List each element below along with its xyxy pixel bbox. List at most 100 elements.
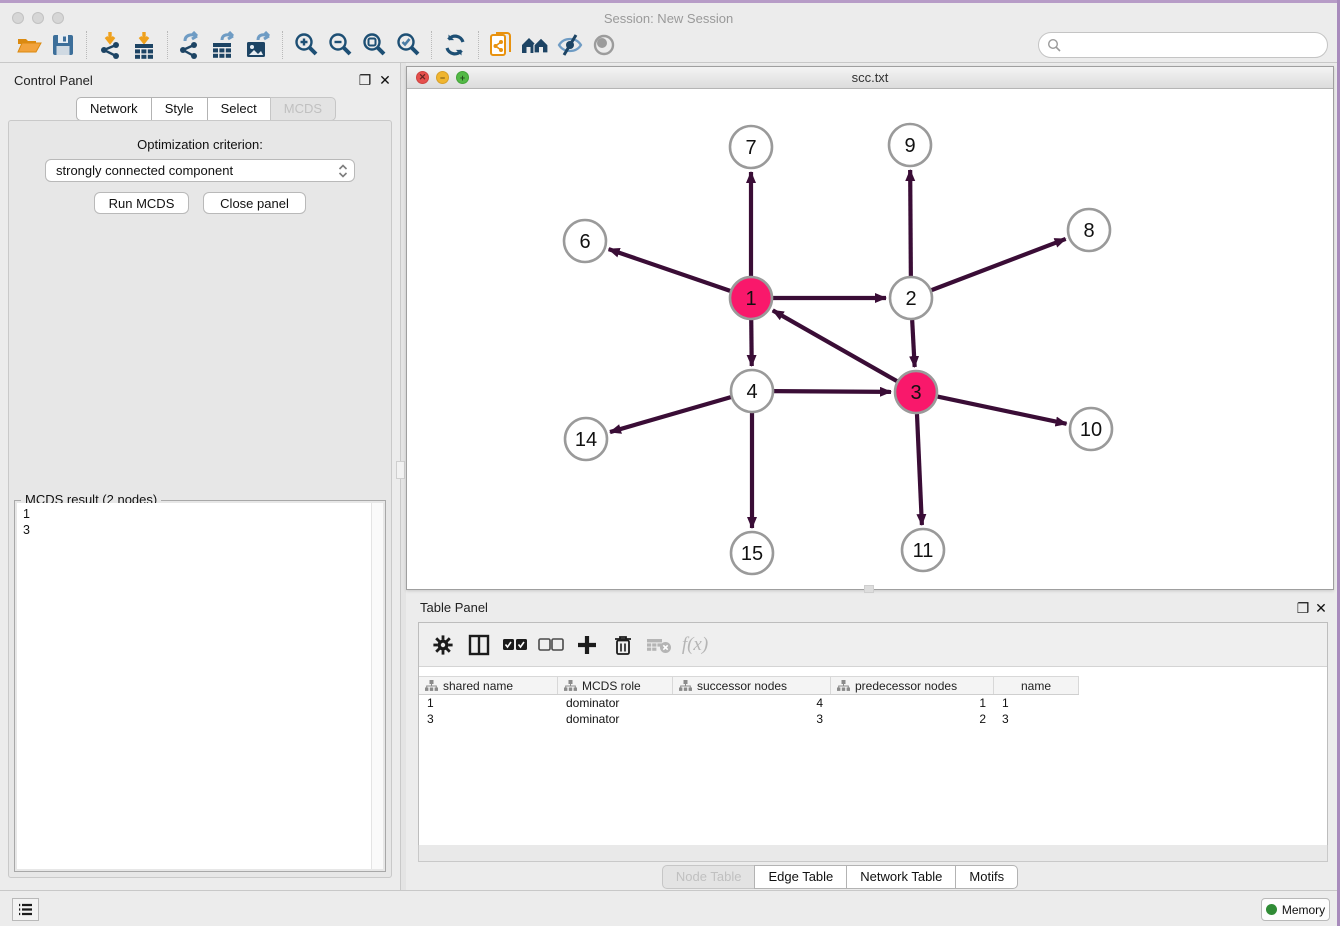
graph-node-1[interactable]: 1 <box>730 277 772 319</box>
export-network-icon <box>177 31 205 59</box>
graph-node-8[interactable]: 8 <box>1068 209 1110 251</box>
mcds-result-text[interactable]: 1 3 <box>17 503 383 869</box>
import-network-button[interactable] <box>93 30 127 60</box>
network-graph-canvas[interactable]: 7 9 6 8 1 2 4 3 14 10 15 11 <box>407 89 1333 589</box>
table-panel-footer <box>418 845 1328 862</box>
graph-node-15[interactable]: 15 <box>731 532 773 574</box>
graph-node-10[interactable]: 10 <box>1070 408 1112 450</box>
graph-node-7[interactable]: 7 <box>730 126 772 168</box>
graph-node-11[interactable]: 11 <box>902 529 944 571</box>
zoom-fit-button[interactable] <box>357 30 391 60</box>
graph-node-3[interactable]: 3 <box>895 371 937 413</box>
table-cell[interactable]: 1 <box>994 695 1079 711</box>
network-window-titlebar[interactable]: ✕ − + scc.txt <box>407 67 1333 89</box>
delete-columns-button[interactable] <box>607 629 639 661</box>
zoom-selected-icon <box>395 31 422 58</box>
unselect-all-columns-button[interactable] <box>535 629 567 661</box>
task-history-button[interactable] <box>12 898 39 921</box>
graph-node-2[interactable]: 2 <box>890 277 932 319</box>
column-tree-icon <box>679 680 692 692</box>
zoom-out-icon <box>327 31 354 58</box>
table-panel-float-button[interactable]: ❐ <box>1296 600 1310 617</box>
edge-3-10[interactable] <box>938 397 1067 424</box>
table-cell[interactable]: 2 <box>831 711 994 727</box>
apply-layout-button[interactable] <box>438 30 472 60</box>
column-header-shared-name[interactable]: shared name <box>419 677 558 694</box>
function-builder-button[interactable]: f(x) <box>679 629 711 661</box>
status-bar <box>0 890 1337 926</box>
tab-network-table[interactable]: Network Table <box>846 865 956 889</box>
mcds-result-scrollbar[interactable] <box>371 503 383 869</box>
column-header-label: shared name <box>443 679 513 693</box>
control-panel-close-button[interactable]: ✕ <box>378 72 392 89</box>
graph-node-4[interactable]: 4 <box>731 370 773 412</box>
horizontal-splitter-grip[interactable] <box>864 585 874 593</box>
vertical-splitter-grip[interactable] <box>396 461 405 479</box>
delete-table-button[interactable] <box>643 629 675 661</box>
table-cell[interactable]: 3 <box>673 711 831 727</box>
hide-selected-button[interactable] <box>553 30 587 60</box>
table-cell[interactable]: dominator <box>558 711 673 727</box>
export-table-button[interactable] <box>208 30 242 60</box>
column-header-successor-nodes[interactable]: successor nodes <box>673 677 831 694</box>
column-header-predecessor-nodes[interactable]: predecessor nodes <box>831 677 994 694</box>
edge-2-3[interactable] <box>912 320 915 367</box>
show-all-button[interactable] <box>587 30 621 60</box>
tab-style[interactable]: Style <box>151 97 208 121</box>
application-window: Session: New Session <box>0 0 1340 926</box>
show-columns-button[interactable] <box>463 629 495 661</box>
table-cell[interactable]: 4 <box>673 695 831 711</box>
table-row[interactable]: 1dominator411 <box>419 695 1327 711</box>
select-all-columns-button[interactable] <box>499 629 531 661</box>
tab-edge-table[interactable]: Edge Table <box>754 865 847 889</box>
graph-node-6[interactable]: 6 <box>564 220 606 262</box>
memory-button[interactable]: Memory <box>1261 898 1330 921</box>
edge-4-14[interactable] <box>610 397 731 432</box>
zoom-out-button[interactable] <box>323 30 357 60</box>
column-header-name[interactable]: name <box>994 677 1079 694</box>
edge-2-8[interactable] <box>932 239 1066 290</box>
table-options-button[interactable] <box>427 629 459 661</box>
table-cell[interactable]: 3 <box>419 711 558 727</box>
edge-4-3[interactable] <box>774 391 891 392</box>
table-cell[interactable]: dominator <box>558 695 673 711</box>
table-cell[interactable]: 3 <box>994 711 1079 727</box>
node-table-panel: f(x) shared name MCDS rolesuccessor nodes… <box>418 622 1328 862</box>
new-network-from-selection-button[interactable] <box>485 30 519 60</box>
first-neighbors-button[interactable] <box>519 30 553 60</box>
run-mcds-button[interactable]: Run MCDS <box>94 192 189 214</box>
column-header-label: name <box>1021 679 1051 693</box>
search-field[interactable] <box>1038 32 1328 58</box>
add-column-button[interactable] <box>571 629 603 661</box>
edge-2-9[interactable] <box>910 170 911 276</box>
edge-1-6[interactable] <box>609 249 731 291</box>
tab-select[interactable]: Select <box>207 97 271 121</box>
tab-mcds[interactable]: MCDS <box>270 97 336 121</box>
graph-node-9[interactable]: 9 <box>889 124 931 166</box>
search-input[interactable] <box>1062 38 1312 53</box>
criterion-select[interactable]: strongly connected component <box>45 159 355 182</box>
import-table-button[interactable] <box>127 30 161 60</box>
table-cell[interactable]: 1 <box>419 695 558 711</box>
table-panel-close-button[interactable]: ✕ <box>1314 600 1328 617</box>
table-row[interactable]: 3dominator323 <box>419 711 1327 727</box>
zoom-selected-button[interactable] <box>391 30 425 60</box>
column-header-MCDS-role[interactable]: MCDS role <box>558 677 673 694</box>
edge-3-11[interactable] <box>917 414 922 525</box>
export-network-button[interactable] <box>174 30 208 60</box>
open-session-button[interactable] <box>12 30 46 60</box>
columns-icon <box>468 634 490 656</box>
save-session-button[interactable] <box>46 30 80 60</box>
memory-status-icon <box>1266 904 1277 915</box>
tab-motifs[interactable]: Motifs <box>955 865 1018 889</box>
close-panel-button[interactable]: Close panel <box>203 192 306 214</box>
zoom-in-button[interactable] <box>289 30 323 60</box>
node-label: 9 <box>904 135 915 157</box>
tab-node-table[interactable]: Node Table <box>662 865 756 889</box>
tab-network[interactable]: Network <box>76 97 152 121</box>
export-image-button[interactable] <box>242 30 276 60</box>
graph-node-14[interactable]: 14 <box>565 418 607 460</box>
edge-3-1[interactable] <box>773 310 897 381</box>
table-cell[interactable]: 1 <box>831 695 994 711</box>
control-panel-float-button[interactable]: ❐ <box>358 72 372 89</box>
